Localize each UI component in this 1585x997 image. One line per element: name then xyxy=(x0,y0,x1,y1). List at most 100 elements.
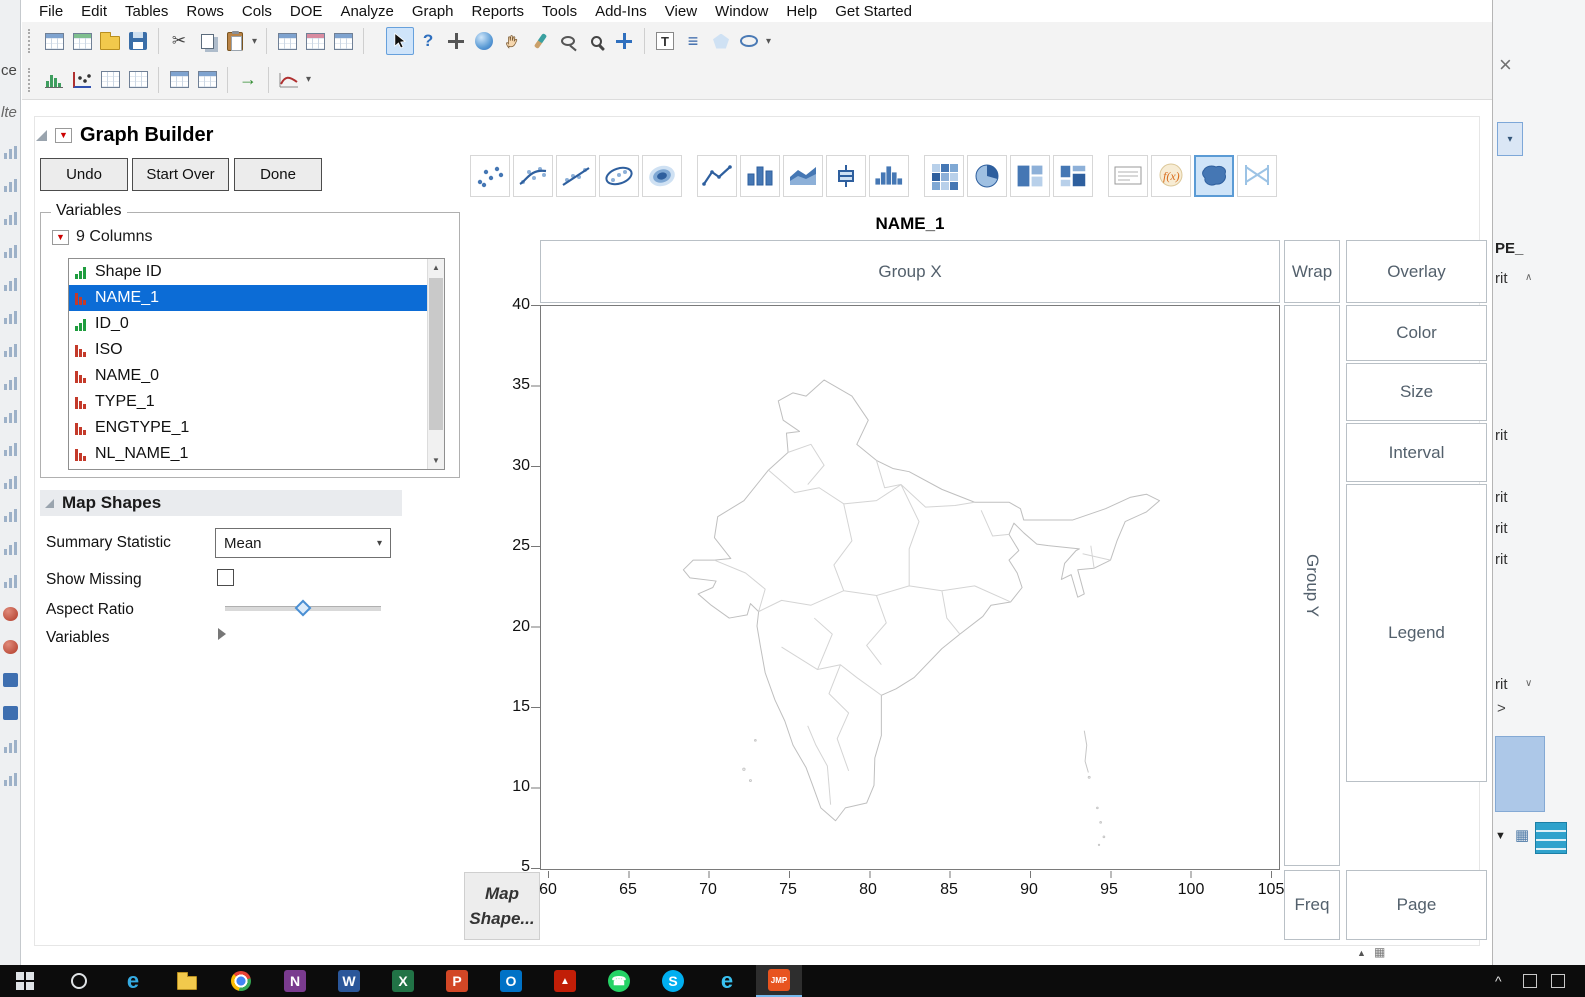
scroller-tool-icon[interactable] xyxy=(442,27,470,55)
taskbar-file-explorer[interactable] xyxy=(164,965,210,997)
expand-chevron[interactable]: > xyxy=(1497,700,1506,717)
legend-drop-zone[interactable]: Legend xyxy=(1346,484,1487,782)
list-item[interactable]: Shape ID xyxy=(69,259,444,285)
size-drop-zone[interactable]: Size xyxy=(1346,363,1487,421)
taskbar-search[interactable] xyxy=(56,965,102,997)
crosshair-tool-icon[interactable] xyxy=(610,27,638,55)
selection-tool-icon[interactable] xyxy=(470,27,498,55)
run-script-icon[interactable]: → xyxy=(234,66,262,94)
menu-rows[interactable]: Rows xyxy=(177,3,233,20)
palette-area-icon[interactable] xyxy=(783,155,823,197)
taskbar-excel[interactable]: X xyxy=(380,965,426,997)
taskbar-edge[interactable]: e xyxy=(110,965,156,997)
annotate-text-icon[interactable]: T xyxy=(651,27,679,55)
palette-histogram-icon[interactable] xyxy=(869,155,909,197)
paste-menu-chevron-icon[interactable]: ▾ xyxy=(252,36,257,47)
list-item-selected[interactable]: NAME_1 xyxy=(69,285,444,311)
menu-help[interactable]: Help xyxy=(777,3,826,20)
annotate-oval-icon[interactable] xyxy=(735,27,763,55)
scroll-up-icon[interactable]: ∧ xyxy=(1525,272,1532,283)
menu-file[interactable]: File xyxy=(30,3,72,20)
overlay-drop-zone[interactable]: Overlay xyxy=(1346,240,1487,303)
report-thumbnail-icon[interactable] xyxy=(3,376,18,390)
palette-pie-icon[interactable] xyxy=(967,155,1007,197)
brush-tool-icon[interactable] xyxy=(526,27,554,55)
map-shape-drop-zone[interactable]: Map Shape... xyxy=(464,872,540,940)
palette-box-plot-icon[interactable] xyxy=(826,155,866,197)
menu-get-started[interactable]: Get Started xyxy=(826,3,921,20)
magnifier-tool-icon[interactable] xyxy=(582,27,610,55)
tabulate-icon[interactable] xyxy=(329,27,357,55)
toolbar-overflow-chevron-icon[interactable]: ▾ xyxy=(306,74,311,85)
grid-icon[interactable]: ▦ xyxy=(1515,826,1529,844)
new-journal-icon[interactable] xyxy=(68,27,96,55)
report-thumbnail-icon[interactable] xyxy=(3,409,18,423)
report-thumbnail-icon[interactable] xyxy=(3,541,18,555)
report-thumbnail-icon[interactable] xyxy=(3,475,18,489)
start-over-button[interactable]: Start Over xyxy=(132,158,229,191)
group-x-drop-zone[interactable]: Group X xyxy=(540,240,1280,303)
close-icon[interactable]: × xyxy=(1499,52,1512,78)
recent-file-icon[interactable] xyxy=(3,640,18,654)
start-button[interactable] xyxy=(2,965,48,997)
taskbar-outlook[interactable]: O xyxy=(488,965,534,997)
color-drop-zone[interactable]: Color xyxy=(1346,305,1487,361)
palette-map-shapes-icon[interactable] xyxy=(1194,155,1234,197)
menu-view[interactable]: View xyxy=(656,3,706,20)
show-missing-checkbox[interactable] xyxy=(217,569,234,586)
cut-icon[interactable]: ✂ xyxy=(165,27,193,55)
scroll-down-icon[interactable]: ▼ xyxy=(428,452,444,469)
paste-icon[interactable] xyxy=(221,27,249,55)
recent-file-icon[interactable] xyxy=(3,607,18,621)
palette-mosaic-icon[interactable] xyxy=(1053,155,1093,197)
new-data-table-icon[interactable] xyxy=(40,27,68,55)
data-table-icon[interactable] xyxy=(1535,822,1567,854)
fit-model-icon[interactable] xyxy=(165,66,193,94)
group-y-drop-zone[interactable]: Group Y xyxy=(1284,305,1340,866)
report-thumbnail-icon[interactable] xyxy=(3,277,18,291)
collapse-triangle-icon[interactable] xyxy=(45,498,54,508)
done-button[interactable]: Done xyxy=(234,158,322,191)
triangle-down-icon[interactable]: ▼ xyxy=(1495,830,1506,842)
list-item[interactable]: ID_0 xyxy=(69,311,444,337)
menu-tools[interactable]: Tools xyxy=(533,3,586,20)
annotate-polygon-icon[interactable] xyxy=(707,27,735,55)
scrollbar-thumb[interactable] xyxy=(429,278,443,430)
selected-cell-range[interactable] xyxy=(1495,736,1545,812)
taskbar-jmp-active[interactable]: JMP xyxy=(756,965,802,997)
lasso-tool-icon[interactable] xyxy=(554,27,582,55)
summary-statistic-select[interactable]: Mean ▾ xyxy=(215,528,391,558)
map-shapes-header[interactable]: Map Shapes xyxy=(40,490,402,516)
summary-icon[interactable] xyxy=(273,27,301,55)
tray-icon[interactable] xyxy=(1523,974,1537,988)
palette-bar-icon[interactable] xyxy=(740,155,780,197)
columns-red-triangle-icon[interactable]: ▼ xyxy=(52,229,69,245)
list-item[interactable]: TYPE_1 xyxy=(69,389,444,415)
taskbar-word[interactable]: W xyxy=(326,965,372,997)
tray-icon[interactable] xyxy=(1551,974,1565,988)
report-thumbnail-icon[interactable] xyxy=(3,508,18,522)
undo-button[interactable]: Undo xyxy=(40,158,128,191)
taskbar-onenote[interactable]: N xyxy=(272,965,318,997)
red-triangle-menu-icon[interactable]: ▼ xyxy=(55,128,72,143)
report-thumbnail-icon[interactable] xyxy=(3,310,18,324)
palette-caption-box-icon[interactable] xyxy=(1108,155,1148,197)
menu-edit[interactable]: Edit xyxy=(72,3,116,20)
report-thumbnail-icon[interactable] xyxy=(3,244,18,258)
help-tool-icon[interactable]: ? xyxy=(414,27,442,55)
chevron-down-icon[interactable]: ▾ xyxy=(1497,122,1523,156)
data-table-thumbnail-icon[interactable] xyxy=(3,673,18,687)
palette-points-icon[interactable] xyxy=(470,155,510,197)
open-icon[interactable] xyxy=(96,27,124,55)
report-thumbnail-icon[interactable] xyxy=(3,772,18,786)
list-item[interactable]: ISO xyxy=(69,337,444,363)
save-icon[interactable] xyxy=(124,27,152,55)
multivariate-icon[interactable] xyxy=(193,66,221,94)
toolbar-grip[interactable] xyxy=(28,67,34,92)
menu-add-ins[interactable]: Add-Ins xyxy=(586,3,656,20)
list-item[interactable]: NAME_0 xyxy=(69,363,444,389)
matched-pairs-icon[interactable] xyxy=(96,66,124,94)
menu-doe[interactable]: DOE xyxy=(281,3,332,20)
distribution-icon[interactable] xyxy=(40,66,68,94)
collapse-triangle-icon[interactable] xyxy=(36,130,47,141)
